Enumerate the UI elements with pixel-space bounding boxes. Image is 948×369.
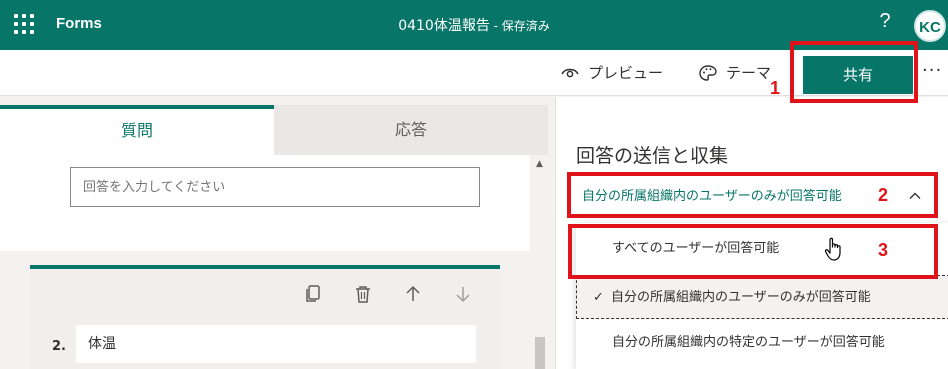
permission-options-list: すべてのユーザーが回答可能 ✓ 自分の所属組織内のユーザーのみが回答可能 自分の所… <box>576 223 948 369</box>
theme-label: テーマ <box>726 64 772 82</box>
share-panel: 回答の送信と収集 自分の所属組織内のユーザーのみが回答可能 すべてのユーザーが回… <box>555 97 948 369</box>
arrow-down-icon[interactable] <box>452 283 474 305</box>
title-separator: - <box>489 19 502 33</box>
document-title: 0410体温報告 - 保存済み <box>0 15 948 35</box>
top-bar: Forms 0410体温報告 - 保存済み ? KC <box>0 0 948 50</box>
copy-icon[interactable] <box>302 283 324 305</box>
answer-input[interactable] <box>70 167 480 207</box>
option-specific-people[interactable]: 自分の所属組織内の特定のユーザーが回答可能 <box>576 321 948 365</box>
chevron-up-icon[interactable] <box>908 189 922 203</box>
question-title-field[interactable]: 体温 <box>76 325 476 363</box>
preview-button[interactable]: プレビュー <box>560 62 663 83</box>
avatar[interactable]: KC <box>914 10 946 42</box>
app-name[interactable]: Forms <box>56 15 102 32</box>
option-org-only-label: 自分の所属組織内のユーザーのみが回答可能 <box>611 290 871 305</box>
question-number: 2. <box>52 339 66 354</box>
tab-questions[interactable]: 質問 <box>0 105 274 155</box>
command-bar: プレビュー テーマ 共有 ··· <box>0 50 948 96</box>
permission-dropdown[interactable]: 自分の所属組織内のユーザーのみが回答可能 <box>582 185 927 209</box>
option-org-only[interactable]: ✓ 自分の所属組織内のユーザーのみが回答可能 <box>576 275 948 319</box>
share-button[interactable]: 共有 <box>803 56 913 94</box>
panel-title: 回答の送信と収集 <box>576 145 729 167</box>
scroll-up-arrow-icon[interactable]: ▲ <box>536 159 543 169</box>
help-icon[interactable]: ? <box>874 10 896 38</box>
app-launcher-icon[interactable] <box>14 14 34 34</box>
tab-responses[interactable]: 応答 <box>274 105 548 155</box>
question-answer-area <box>0 155 530 251</box>
editor-pane: 質問 応答 ▲ 2. 体温 <box>0 97 555 369</box>
trash-icon[interactable] <box>352 283 374 305</box>
question-card[interactable]: 2. 体温 <box>30 265 500 369</box>
form-title: 0410体温報告 <box>398 18 490 34</box>
palette-icon <box>699 64 717 81</box>
preview-label: プレビュー <box>588 64 664 82</box>
more-options-icon[interactable]: ··· <box>922 60 942 81</box>
scrollbar-thumb[interactable] <box>535 337 545 369</box>
checkmark-icon: ✓ <box>593 290 604 305</box>
arrow-up-icon[interactable] <box>402 283 424 305</box>
editor-tabs: 質問 応答 <box>0 105 548 155</box>
save-status: 保存済み <box>501 19 550 33</box>
eye-icon <box>561 68 579 77</box>
option-anyone[interactable]: すべてのユーザーが回答可能 <box>576 227 948 271</box>
theme-button[interactable]: テーマ <box>698 62 771 83</box>
